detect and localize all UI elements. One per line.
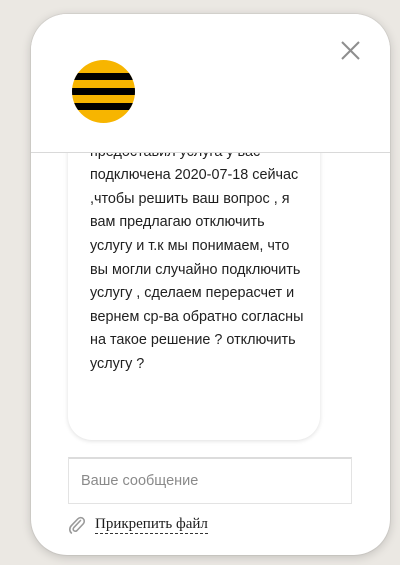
message-list[interactable]: я вам всю информацию предоставил услуга … [31,153,390,453]
attach-file-link[interactable]: Прикрепить файл [68,514,208,536]
beeline-logo-icon [72,60,135,123]
chat-widget: я вам всю информацию предоставил услуга … [31,14,390,555]
attach-file-label[interactable]: Прикрепить файл [95,516,208,534]
message-input[interactable] [68,457,352,504]
close-icon [341,41,360,60]
paperclip-icon [68,516,86,534]
chat-header [31,14,390,153]
message-text: я вам всю информацию предоставил услуга … [90,153,304,372]
operator-message-bubble: я вам всю информацию предоставил услуга … [68,153,320,440]
close-button[interactable] [338,38,364,64]
